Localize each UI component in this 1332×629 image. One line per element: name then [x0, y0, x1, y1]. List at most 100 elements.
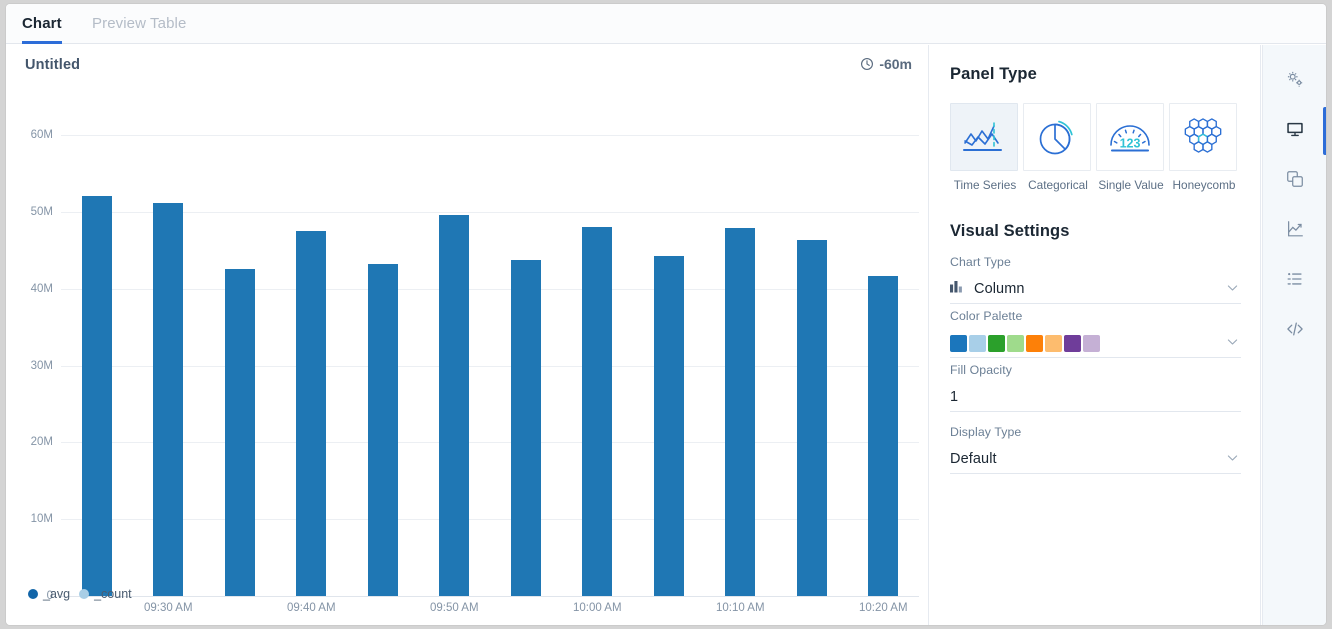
x-axis-tick-label: 10:20 AM	[859, 602, 908, 614]
display-type-label: Display Type	[950, 425, 1241, 439]
display-type-value: Default	[950, 451, 997, 467]
chart-legend: _avg _count	[28, 587, 132, 601]
legend-label: _count	[94, 587, 132, 601]
color-swatch	[1083, 335, 1100, 352]
y-axis-tick-label: 10M	[9, 513, 53, 525]
rail-button-code[interactable]	[1263, 311, 1326, 351]
rail-button-layers[interactable]	[1263, 161, 1326, 201]
color-swatches	[950, 335, 1100, 352]
bar[interactable]	[654, 256, 684, 596]
bar-chart-plot[interactable]: 60M50M40M30M20M10M009:30 AM09:40 AM09:50…	[6, 45, 929, 625]
y-axis-tick-label: 50M	[9, 206, 53, 218]
fill-opacity-value: 1	[950, 389, 958, 405]
color-swatch	[1007, 335, 1024, 352]
fill-opacity-input[interactable]: 1	[950, 383, 1241, 412]
settings-gears-icon	[1285, 69, 1305, 94]
bar[interactable]	[225, 269, 255, 596]
honeycomb-icon	[1169, 103, 1237, 171]
tab-bar: Chart Preview Table	[6, 4, 1326, 44]
rail-button-axes[interactable]	[1263, 211, 1326, 251]
bar[interactable]	[439, 215, 469, 596]
chart-pane: Untitled -60m 60M50M40M30M20M10M009:30 A…	[6, 45, 929, 625]
color-swatch	[1064, 335, 1081, 352]
bar[interactable]	[725, 228, 755, 596]
gauge-icon: 123	[1096, 103, 1164, 171]
svg-text:123: 123	[1120, 137, 1141, 151]
panel-type-label: Categorical	[1023, 178, 1093, 192]
bar[interactable]	[153, 203, 183, 596]
tab-chart[interactable]: Chart	[22, 4, 62, 44]
rail-button-settings-gears[interactable]	[1263, 61, 1326, 101]
legend-label: _avg	[43, 587, 70, 601]
x-axis-tick-label: 09:50 AM	[430, 602, 479, 614]
chevron-down-icon	[1226, 281, 1239, 299]
color-swatch	[950, 335, 967, 352]
panel-type-option-categorical[interactable]: Categorical	[1023, 103, 1093, 192]
y-axis-tick-label: 60M	[9, 129, 53, 141]
gridline	[61, 212, 919, 213]
panel-type-option-time-series[interactable]: Time Series	[950, 103, 1020, 192]
list-icon	[1285, 269, 1305, 294]
settings-pane: Panel Type Time Series Categorical 123 S…	[930, 45, 1261, 625]
legend-color-dot	[28, 589, 38, 599]
bar[interactable]	[368, 264, 398, 596]
panel-type-option-honeycomb[interactable]: Honeycomb	[1169, 103, 1239, 192]
panel-type-options: Time Series Categorical 123 Single Value…	[950, 103, 1239, 192]
bar[interactable]	[582, 227, 612, 596]
fill-opacity-field: Fill Opacity 1	[950, 363, 1241, 412]
panel-type-label: Single Value	[1096, 178, 1166, 192]
bar[interactable]	[82, 196, 112, 596]
fill-opacity-label: Fill Opacity	[950, 363, 1241, 377]
color-swatch	[1045, 335, 1062, 352]
monitor-icon	[1285, 119, 1305, 144]
bar[interactable]	[511, 260, 541, 596]
legend-item[interactable]: _avg	[28, 587, 70, 601]
bar[interactable]	[797, 240, 827, 596]
color-swatch	[969, 335, 986, 352]
layers-icon	[1285, 169, 1305, 194]
y-axis-tick-label: 40M	[9, 283, 53, 295]
color-palette-field: Color Palette	[950, 309, 1241, 358]
panel-type-option-single-value[interactable]: 123 Single Value	[1096, 103, 1166, 192]
panel-type-heading: Panel Type	[950, 65, 1037, 84]
tool-icon-rail	[1262, 45, 1326, 625]
chart-type-select[interactable]: Column	[950, 275, 1241, 304]
color-palette-select[interactable]	[950, 329, 1241, 358]
gridline	[61, 366, 919, 367]
app-window: Chart Preview Table Untitled -60m 60M50M…	[6, 4, 1326, 625]
legend-color-dot	[79, 589, 89, 599]
chart-type-field: Chart Type Column	[950, 255, 1241, 304]
code-icon	[1285, 319, 1305, 344]
display-type-field: Display Type Default	[950, 425, 1241, 474]
visual-settings-heading: Visual Settings	[950, 222, 1069, 241]
time-series-icon	[950, 103, 1018, 171]
x-axis-tick-label: 10:10 AM	[716, 602, 765, 614]
chevron-down-icon	[1226, 335, 1239, 353]
bar-chart-icon	[950, 280, 965, 299]
x-axis-line	[61, 596, 919, 597]
y-axis-tick-label: 30M	[9, 360, 53, 372]
legend-item[interactable]: _count	[79, 587, 132, 601]
axes-icon	[1285, 219, 1305, 244]
color-swatch	[1026, 335, 1043, 352]
x-axis-tick-label: 09:30 AM	[144, 602, 193, 614]
gridline	[61, 519, 919, 520]
panel-type-label: Honeycomb	[1169, 178, 1239, 192]
gridline	[61, 289, 919, 290]
chart-type-value: Column	[974, 281, 1025, 297]
bar[interactable]	[296, 231, 326, 596]
bar[interactable]	[868, 276, 898, 596]
x-axis-tick-label: 09:40 AM	[287, 602, 336, 614]
rail-button-monitor[interactable]	[1263, 111, 1326, 151]
chevron-down-icon	[1226, 451, 1239, 469]
color-swatch	[988, 335, 1005, 352]
tab-preview-table[interactable]: Preview Table	[92, 4, 186, 44]
chart-type-label: Chart Type	[950, 255, 1241, 269]
gridline	[61, 135, 919, 136]
rail-button-list[interactable]	[1263, 261, 1326, 301]
display-type-select[interactable]: Default	[950, 445, 1241, 474]
color-palette-label: Color Palette	[950, 309, 1241, 323]
panel-type-label: Time Series	[950, 178, 1020, 192]
pie-chart-icon	[1023, 103, 1091, 171]
x-axis-tick-label: 10:00 AM	[573, 602, 622, 614]
